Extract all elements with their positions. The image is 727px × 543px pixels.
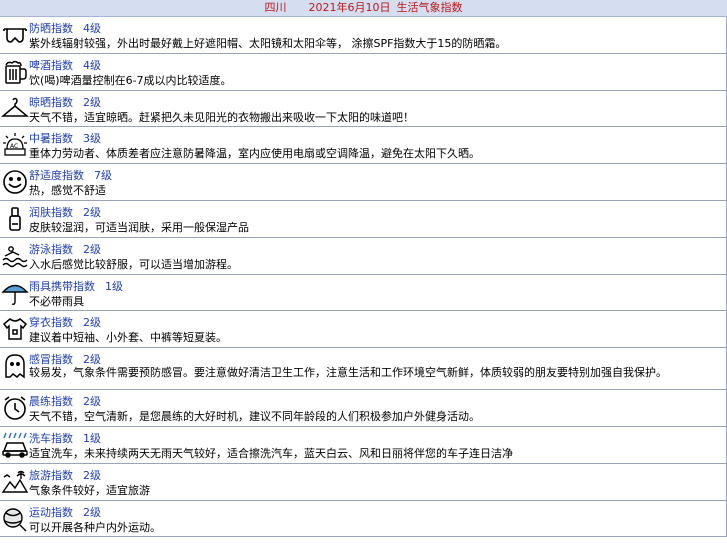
index-description: 天气不错，空气清新，是您晨练的大好时机，建议不同年龄段的人们积极参加户外健身活动…	[29, 410, 480, 424]
hanger-icon	[1, 95, 29, 123]
list-item: 晨练指数 2级 天气不错，空气清新，是您晨练的大好时机，建议不同年龄段的人们积极参…	[0, 390, 727, 427]
alarm-clock-icon	[1, 394, 29, 422]
index-name: 晨练指数	[29, 395, 73, 409]
index-description: 较易发，气象条件需要预防感冒。要注意做好清洁卫生工作，注意生活和工作环境空气新鲜…	[29, 366, 667, 380]
list-item: 润肤指数 2级 皮肤较湿润，可适当润肤，采用一般保湿产品	[0, 200, 727, 238]
index-description: 皮肤较湿润，可适当润肤，采用一般保湿产品	[29, 220, 249, 234]
list-item: 游泳指数 2级 入水后感觉比较舒服，可以适当增加游程。	[0, 237, 727, 275]
umbrella-icon	[1, 279, 29, 307]
car-wash-icon	[1, 431, 29, 459]
index-level: 4级	[83, 22, 101, 35]
index-level: 2级	[83, 242, 101, 256]
index-description: 适宜洗车，未来持续两天无雨天气较好，适合擦洗汽车，蓝天白云、风和日丽将伴您的车子…	[29, 446, 513, 460]
index-description: 入水后感觉比较舒服，可以适当增加游程。	[29, 257, 238, 271]
index-description: 热，感觉不舒适	[29, 184, 106, 198]
index-description: 饮(喝)啤酒量控制在6-7成以内比较适度。	[29, 73, 232, 87]
index-level: 7级	[94, 169, 112, 183]
index-level: 2级	[83, 505, 101, 519]
list-item: 穿衣指数 2级 建议着中短袖、小外套、中裤等短夏装。	[0, 311, 727, 349]
lotion-bottle-icon	[1, 205, 29, 233]
list-item: 感冒指数 2级 较易发，气象条件需要预防感冒。要注意做好清洁卫生工作，注意生活和工…	[0, 348, 727, 391]
index-name: 游泳指数	[29, 242, 73, 256]
index-description: 不必带雨具	[29, 294, 84, 308]
index-level: 2级	[83, 95, 101, 109]
header-title: 生活气象指数	[396, 1, 463, 14]
list-item: 晾晒指数 2级 天气不错，适宜晾晒。赶紧把久未见阳光的衣物搬出来吸收一下太阳的味道…	[0, 90, 727, 128]
index-description: 可以开展各种户内外运动。	[29, 520, 161, 534]
svg-text:AC: AC	[10, 143, 18, 150]
beer-mug-icon	[1, 58, 29, 86]
index-name: 运动指数	[29, 505, 73, 519]
header-region: 四川	[264, 1, 287, 14]
index-name: 中暑指数	[29, 132, 73, 146]
travel-landscape-icon	[1, 468, 29, 496]
smiley-face-icon	[1, 168, 29, 196]
index-description: 建议着中短袖、小外套、中裤等短夏装。	[29, 331, 227, 345]
tshirt-icon	[1, 315, 29, 343]
sports-ball-icon	[1, 505, 29, 533]
list-item: 运动指数 2级 可以开展各种户内外运动。	[0, 500, 727, 538]
swimmer-icon	[1, 242, 29, 270]
index-level: 2级	[83, 353, 101, 367]
index-level: 2级	[83, 316, 101, 330]
page-header: 四川 2021年6月10日 生活气象指数	[0, 0, 727, 17]
index-level: 2级	[83, 395, 101, 409]
list-item: 旅游指数 2级 气象条件较好，适宜旅游	[0, 463, 727, 501]
index-level: 4级	[83, 58, 101, 72]
index-level: 3级	[83, 132, 101, 146]
list-item: 洗车指数 1级 适宜洗车，未来持续两天无雨天气较好，适合擦洗汽车，蓝天白云、风和日…	[0, 426, 727, 464]
sunglasses-icon	[1, 21, 29, 49]
header-date: 2021年6月10日	[308, 1, 391, 14]
list-item: AC 中暑指数 3级 重体力劳动者、体质差者应注意防暑降温，室内应使用电扇或空调降…	[0, 127, 727, 165]
index-description: 紫外线辐射较强，外出时最好戴上好遮阳帽、太阳镜和太阳伞等， 涂擦SPF指数大于1…	[29, 37, 507, 50]
list-item: 舒适度指数 7级 热，感觉不舒适	[0, 164, 727, 201]
index-list: 防晒指数 4级 紫外线辐射较强，外出时最好戴上好遮阳帽、太阳镜和太阳伞等， 涂擦S…	[0, 17, 727, 538]
index-name: 防晒指数	[29, 22, 73, 35]
index-name: 洗车指数	[29, 431, 73, 445]
index-name: 穿衣指数	[29, 316, 73, 330]
index-description: 重体力劳动者、体质差者应注意防暑降温，室内应使用电扇或空调降温，避免在太阳下久晒…	[29, 147, 480, 161]
index-description: 天气不错，适宜晾晒。赶紧把久未见阳光的衣物搬出来吸收一下太阳的味道吧！	[29, 110, 414, 124]
index-level: 2级	[83, 205, 101, 219]
ghost-icon	[1, 352, 29, 380]
index-level: 1级	[83, 431, 101, 445]
list-item: 雨具携带指数 1级 不必带雨具	[0, 274, 727, 312]
index-level: 1级	[105, 279, 123, 293]
index-name: 旅游指数	[29, 468, 73, 482]
list-item: 啤酒指数 4级 饮(喝)啤酒量控制在6-7成以内比较适度。	[0, 53, 727, 91]
index-name: 润肤指数	[29, 205, 73, 219]
index-name: 雨具携带指数	[29, 279, 95, 293]
list-item: 防晒指数 4级 紫外线辐射较强，外出时最好戴上好遮阳帽、太阳镜和太阳伞等， 涂擦S…	[0, 17, 727, 54]
index-name: 啤酒指数	[29, 58, 73, 72]
index-description: 气象条件较好，适宜旅游	[29, 483, 150, 497]
index-level: 2级	[83, 468, 101, 482]
index-name: 晾晒指数	[29, 95, 73, 109]
heatstroke-icon: AC	[1, 131, 29, 159]
index-name: 感冒指数	[29, 353, 73, 367]
index-name: 舒适度指数	[29, 169, 84, 183]
